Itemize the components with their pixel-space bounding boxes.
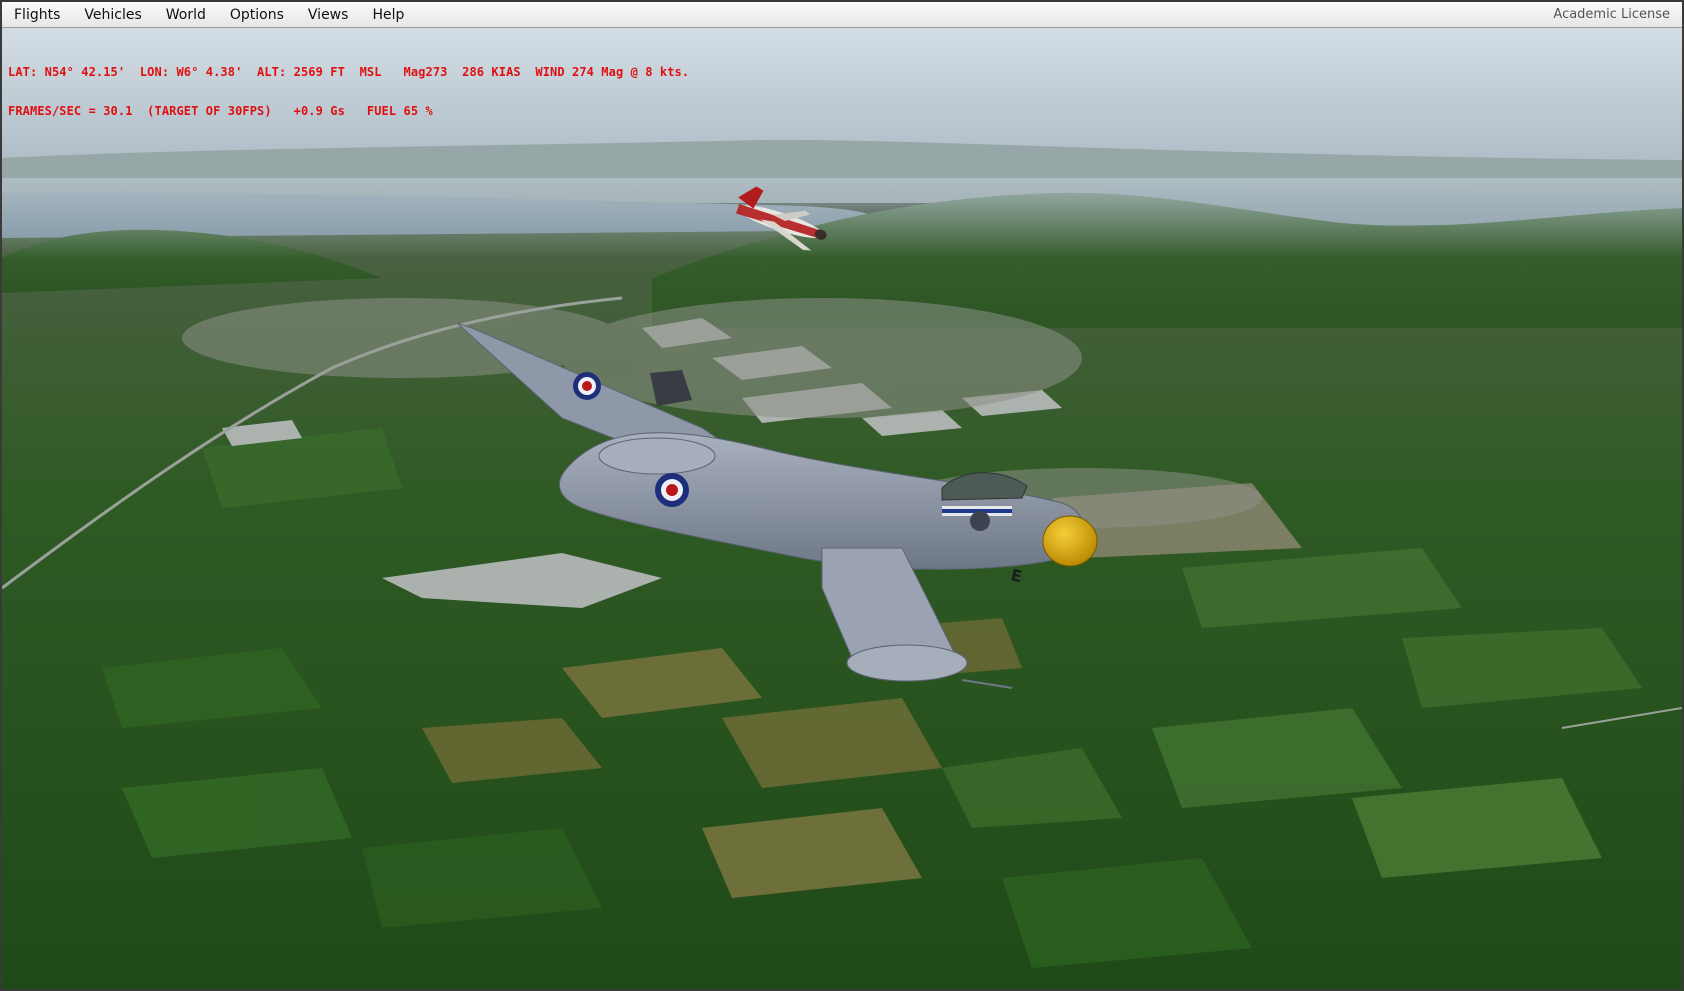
simulator-window: Flights Vehicles World Options Views Hel… [0,0,1684,991]
menu-views[interactable]: Views [296,2,361,28]
aircraft-nose-cone [1042,515,1098,567]
squadron-badge [970,511,990,531]
license-label: Academic License [1553,7,1670,22]
menu-help[interactable]: Help [360,2,416,28]
flight-data-overlay: LAT: N54° 42.15' LON: W6° 4.38' ALT: 256… [8,40,689,144]
horizon-haze [2,178,1682,258]
scene-canvas: E [2,28,1682,989]
aircraft-drop-tank-upper [598,437,716,475]
3d-viewport[interactable]: E [2,28,1682,989]
menu-bar: Flights Vehicles World Options Views Hel… [2,2,1682,28]
aircraft-drop-tank-lower [846,644,968,682]
menu-flights[interactable]: Flights [2,2,72,28]
hud-performance-line: FRAMES/SEC = 30.1 (TARGET OF 30FPS) +0.9… [8,104,433,118]
menu-vehicles[interactable]: Vehicles [72,2,153,28]
roundel-fuselage [655,473,689,507]
hud-position-line: LAT: N54° 42.15' LON: W6° 4.38' ALT: 256… [8,65,690,79]
menu-world[interactable]: World [154,2,218,28]
menu-options[interactable]: Options [218,2,296,28]
roundel-wing [573,372,601,400]
